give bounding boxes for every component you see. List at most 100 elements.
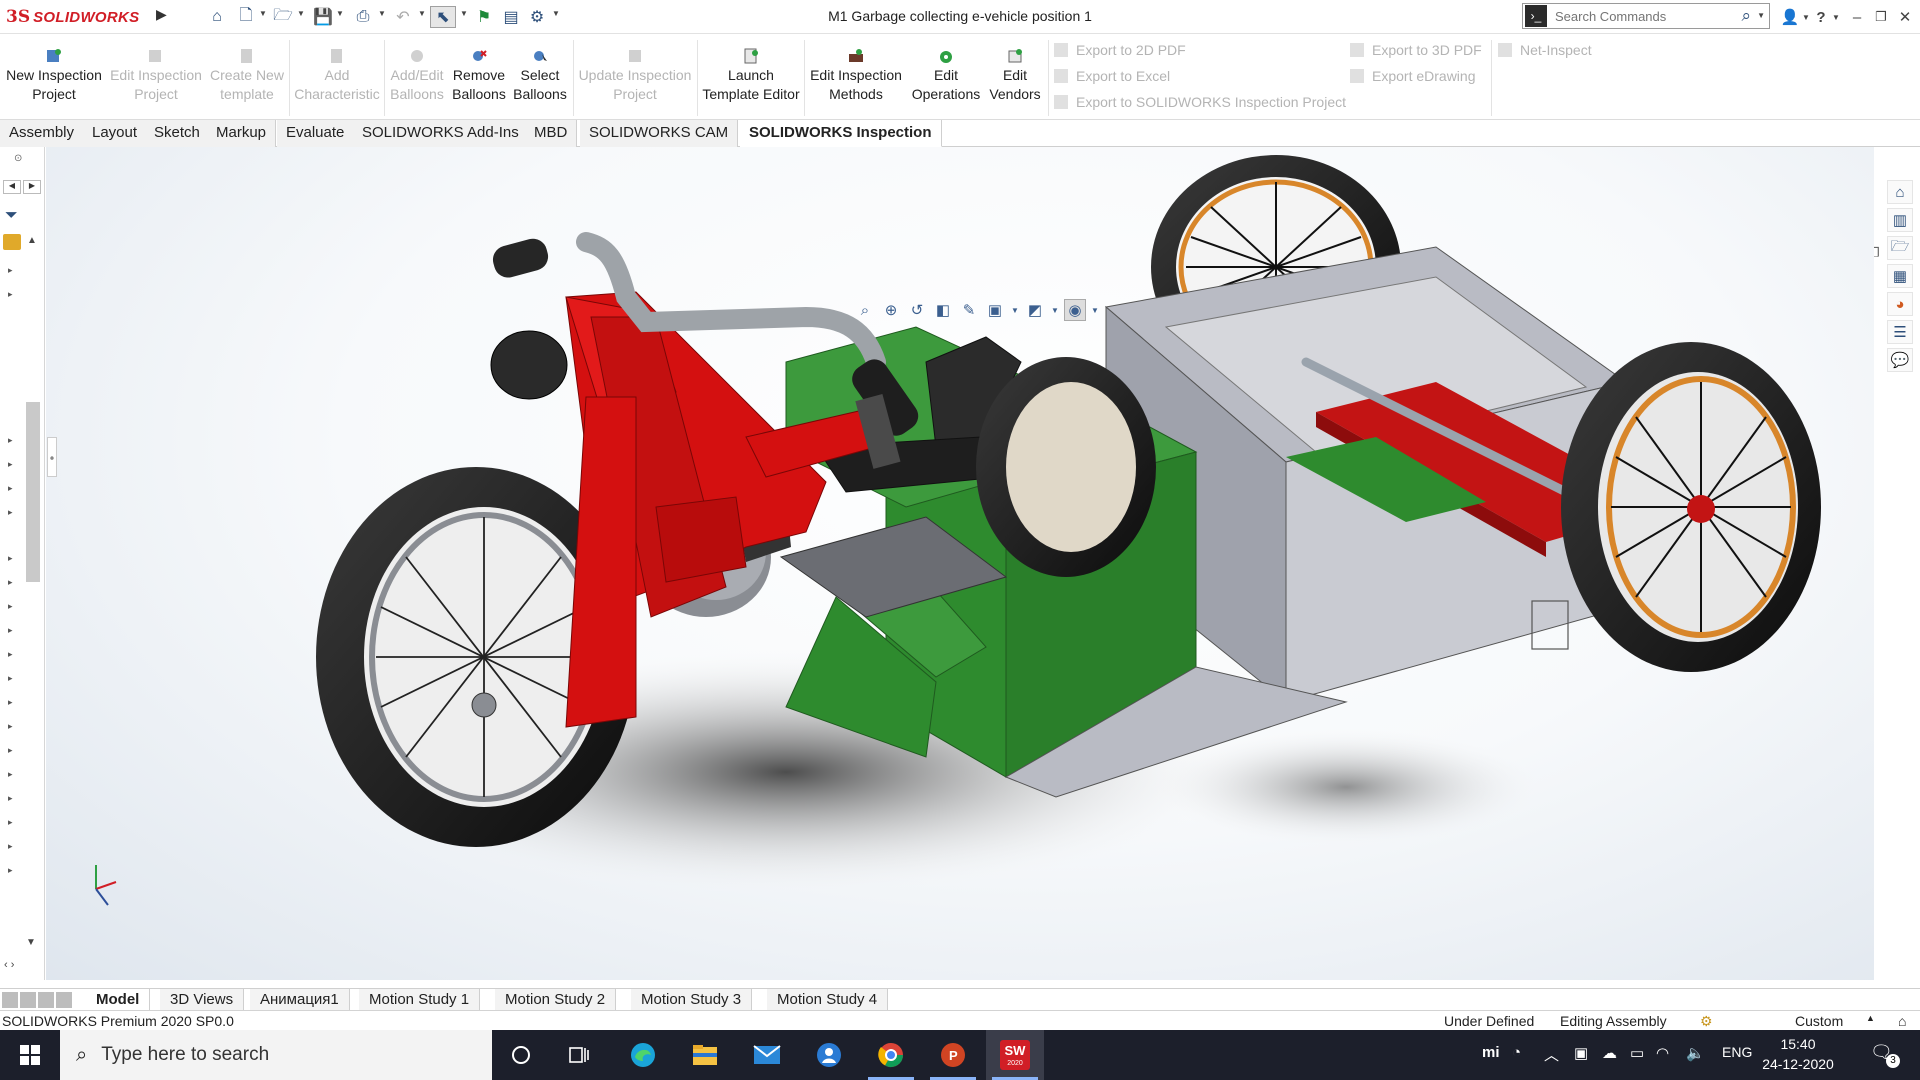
panel-collapse-handle[interactable]: ⦁ — [47, 437, 57, 477]
input-language[interactable]: ENG — [1722, 1044, 1752, 1060]
tree-expand-icon[interactable]: ▸ — [8, 483, 13, 494]
vehicle-3d-model[interactable] — [46, 147, 1874, 980]
tooltip-toggle-icon[interactable]: ⌂ — [1898, 1013, 1906, 1029]
user-icon[interactable]: 👤 — [1780, 5, 1800, 29]
file-props-icon[interactable]: ▤ — [500, 6, 522, 28]
headlight[interactable] — [490, 330, 568, 400]
appearances-icon[interactable]: ◕ — [1887, 292, 1913, 316]
custom-properties-icon[interactable]: ☰ — [1887, 320, 1913, 344]
tree-expand-icon[interactable]: ▸ — [8, 289, 13, 300]
chrome-icon[interactable] — [862, 1030, 920, 1080]
tree-expand-icon[interactable]: ▸ — [8, 841, 13, 852]
export-edrawing-button[interactable]: Export eDrawing — [1350, 68, 1476, 84]
mi-app-icon[interactable]: mi — [1482, 1044, 1500, 1061]
search-dropdown-icon[interactable]: ▼ — [1757, 11, 1765, 20]
tree-expand-icon[interactable]: ▸ — [8, 817, 13, 828]
forum-icon[interactable]: 💬 — [1887, 348, 1913, 372]
tab-solidworks-cam[interactable]: SOLIDWORKS CAM — [580, 120, 739, 147]
tree-expand-icon[interactable]: ▸ — [8, 601, 13, 612]
tree-expand-icon[interactable]: ▸ — [8, 507, 13, 518]
tab-motion-study-2[interactable]: Motion Study 2 — [495, 989, 617, 1011]
tree-expand-icon[interactable]: ▸ — [8, 793, 13, 804]
onedrive-icon[interactable]: ☁ — [1602, 1044, 1617, 1062]
tree-expand-icon[interactable]: ▸ — [8, 865, 13, 876]
edit-operations-button[interactable]: Edit Operations — [908, 48, 984, 104]
restore-icon[interactable]: ❐ — [1870, 5, 1892, 29]
prev-tab-nav-icon[interactable] — [20, 992, 36, 1008]
remove-balloons-button[interactable]: Remove Balloons — [450, 48, 508, 104]
add-edit-balloons-button[interactable]: Add/Edit Balloons — [388, 48, 446, 104]
tab-motion-study-1[interactable]: Motion Study 1 — [359, 989, 481, 1011]
select-dropdown-icon[interactable]: ▼ — [460, 9, 468, 18]
export-excel-button[interactable]: Export to Excel — [1054, 68, 1170, 84]
next-tab-nav-icon[interactable] — [38, 992, 54, 1008]
launch-template-editor-button[interactable]: Launch Template Editor — [702, 48, 800, 104]
view-palette-icon[interactable]: ▦ — [1887, 264, 1913, 288]
file-explorer-icon[interactable]: 🗁 — [1887, 236, 1913, 260]
help-icon[interactable]: ? — [1812, 5, 1830, 29]
first-tab-nav-icon[interactable] — [2, 992, 18, 1008]
undo-dropdown-icon[interactable]: ▼ — [418, 9, 426, 18]
tree-expand-icon[interactable]: ▸ — [8, 673, 13, 684]
task-view-icon[interactable] — [550, 1030, 608, 1080]
taskbar-search-box[interactable]: ⌕ Type here to search — [60, 1030, 492, 1080]
mail-icon[interactable] — [738, 1030, 796, 1080]
front-fork[interactable] — [565, 396, 637, 728]
user-dropdown-icon[interactable]: ▼ — [1800, 5, 1812, 29]
export-2d-pdf-button[interactable]: Export to 2D PDF — [1054, 42, 1186, 58]
minimize-icon[interactable]: – — [1846, 5, 1868, 29]
tree-expand-icon[interactable]: ▸ — [8, 721, 13, 732]
panel-pin-icon[interactable]: ⊙ — [14, 153, 22, 164]
tab-solidworks-addins[interactable]: SOLIDWORKS Add-Ins — [353, 120, 529, 147]
home-icon[interactable]: ⌂ — [206, 6, 228, 28]
tree-expand-icon[interactable]: ▸ — [8, 625, 13, 636]
rear-right-wheel[interactable] — [1561, 342, 1821, 672]
design-library-icon[interactable]: ▥ — [1887, 208, 1913, 232]
tree-expand-icon[interactable]: ▸ — [8, 265, 13, 276]
sync-icon[interactable]: ◔ — [1512, 1044, 1521, 1061]
graphics-area[interactable]: ⌕ ⊕ ↺ ◧ ✎ ▣ ▼ ◩ ▼ ◉ ▼ ◕ ◒ ▼ 🖵 ▼ — [46, 147, 1874, 980]
units-selector[interactable]: Custom — [1795, 1013, 1843, 1029]
solidworks-logo[interactable]: 3S SOLIDWORKS — [6, 4, 152, 30]
solidworks-resources-icon[interactable]: ⌂ — [1887, 180, 1913, 204]
tab-3d-views[interactable]: 3D Views — [160, 989, 245, 1011]
tree-expand-icon[interactable]: ▸ — [8, 769, 13, 780]
edit-inspection-methods-button[interactable]: Edit Inspection Methods — [808, 48, 904, 104]
tab-assembly[interactable]: Assembly — [0, 120, 85, 147]
tab-evaluate[interactable]: Evaluate — [277, 120, 355, 147]
show-hidden-icons-icon[interactable]: ︿ — [1544, 1044, 1559, 1065]
open-dropdown-icon[interactable]: ▼ — [297, 9, 305, 18]
options-dropdown-icon[interactable]: ▼ — [552, 9, 560, 18]
select-balloons-button[interactable]: Select Balloons — [512, 48, 568, 104]
tab-motion-study-3[interactable]: Motion Study 3 — [631, 989, 753, 1011]
tab-solidworks-inspection[interactable]: SOLIDWORKS Inspection — [740, 120, 942, 147]
powerpoint-icon[interactable]: P — [924, 1030, 982, 1080]
help-dropdown-icon[interactable]: ▼ — [1830, 5, 1842, 29]
select-icon[interactable]: ⬉ — [430, 6, 456, 28]
export-sw-inspection-button[interactable]: Export to SOLIDWORKS Inspection Project — [1054, 94, 1346, 110]
menu-expand-icon[interactable]: ▶ — [156, 6, 170, 26]
store-app-icon[interactable] — [800, 1030, 858, 1080]
tab-markup[interactable]: Markup — [207, 120, 277, 147]
tree-expand-icon[interactable]: ▸ — [8, 459, 13, 470]
tab-mbd[interactable]: MBD — [525, 120, 578, 147]
open-icon[interactable]: 🗁 — [272, 6, 294, 28]
tab-motion-study-4[interactable]: Motion Study 4 — [767, 989, 889, 1011]
last-tab-nav-icon[interactable] — [56, 992, 72, 1008]
edit-inspection-project-button[interactable]: Edit Inspection Project — [110, 48, 202, 104]
print-icon[interactable]: ⎙ — [352, 6, 374, 28]
tree-expand-icon[interactable]: ▸ — [8, 649, 13, 660]
panel-back-icon[interactable]: ◀ — [3, 180, 21, 194]
wifi-icon[interactable]: ◠ — [1656, 1044, 1669, 1062]
units-dropdown-icon[interactable]: ▲ — [1866, 1013, 1875, 1023]
save-icon[interactable]: 💾 — [312, 6, 334, 28]
collapse-icon[interactable]: ▲ — [27, 235, 37, 246]
panel-resize-icon[interactable]: ‹ › — [4, 959, 14, 971]
tree-expand-icon[interactable]: ▸ — [8, 435, 13, 446]
new-doc-dropdown-icon[interactable]: ▼ — [259, 9, 267, 18]
volume-icon[interactable]: 🔈 — [1686, 1044, 1705, 1062]
windows-start-button[interactable] — [0, 1030, 60, 1080]
panel-forward-icon[interactable]: ▶ — [23, 180, 41, 194]
scroll-down-icon[interactable]: ▼ — [26, 937, 36, 948]
new-inspection-project-button[interactable]: New Inspection Project — [6, 48, 102, 104]
